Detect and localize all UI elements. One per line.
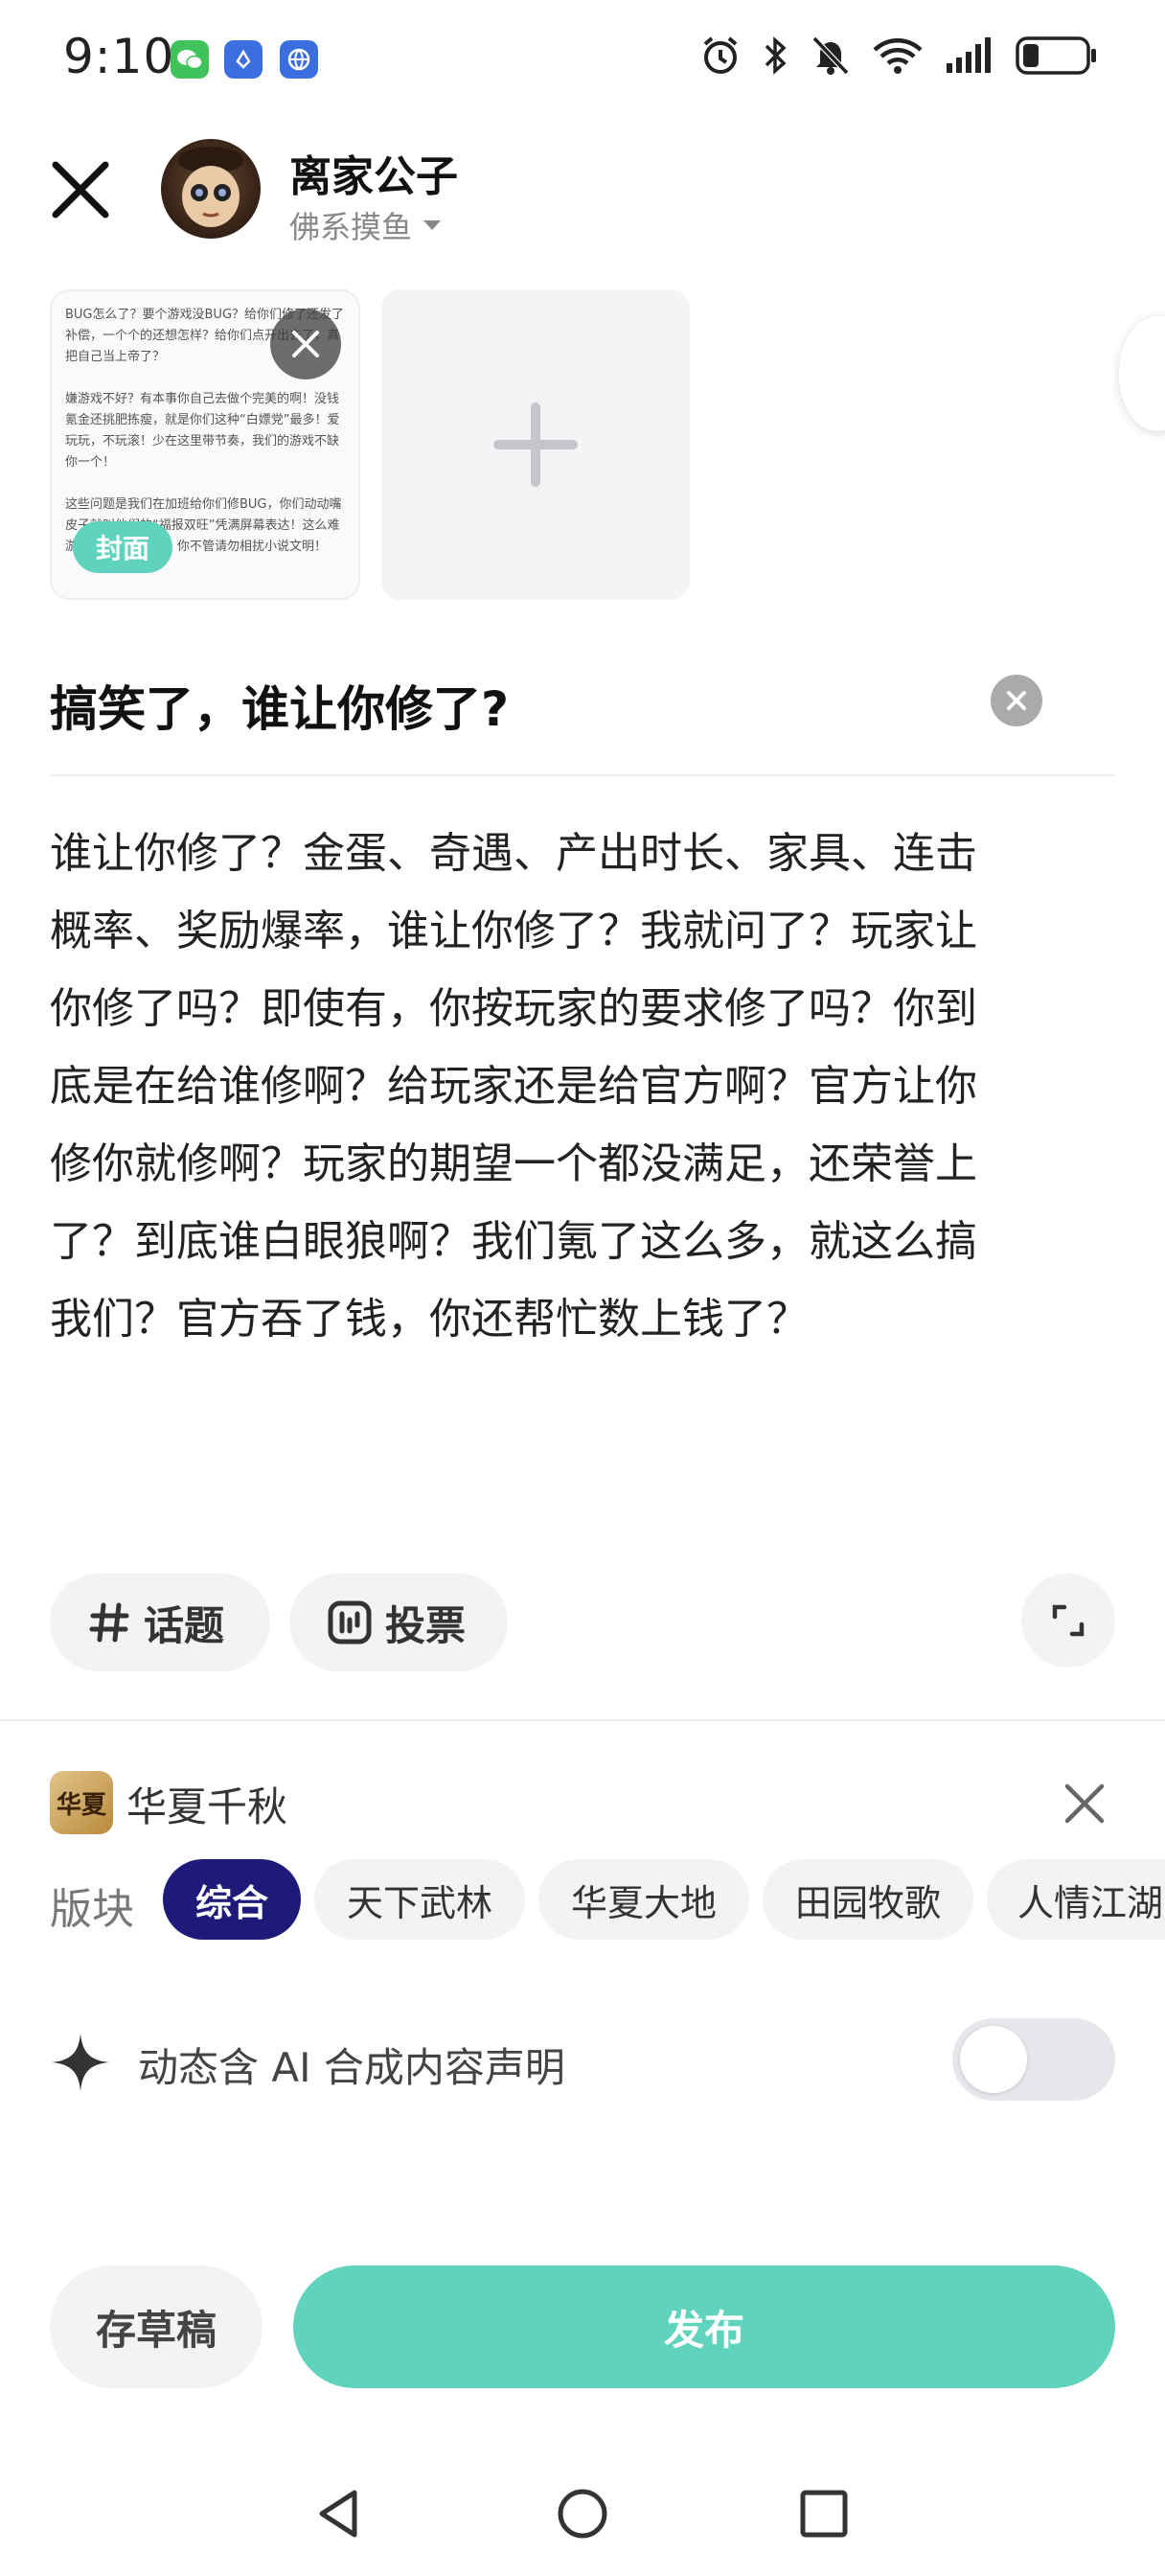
hashtag-icon [89, 1602, 129, 1643]
divider [50, 774, 1115, 776]
section-chip-tianyuanmuge[interactable]: 田园牧歌 [763, 1859, 973, 1940]
post-title[interactable]: 搞笑了，谁让你修了? [50, 671, 509, 740]
section-label: 版块 [50, 1885, 134, 1934]
cover-badge: 封面 [73, 521, 172, 573]
vote-label: 投票 [385, 1601, 467, 1649]
close-icon [292, 331, 319, 357]
nav-back-icon[interactable] [301, 2480, 377, 2547]
post-body[interactable]: 谁让你修了？金蛋、奇遇、产出时长、家具、连击 概率、奖励爆率，谁让你修了？我就问… [50, 815, 1123, 1358]
remove-game-button[interactable] [1058, 1777, 1111, 1830]
game-name[interactable]: 华夏千秋 [126, 1775, 287, 1833]
floating-widget[interactable] [1119, 316, 1165, 431]
topic-button[interactable]: 话题 [50, 1574, 270, 1671]
close-icon [1007, 691, 1026, 710]
game-icon-text: 华夏 [56, 1790, 106, 1820]
expand-editor-button[interactable] [1021, 1574, 1115, 1668]
ai-declaration-label: 动态含 AI 合成内容声明 [138, 2044, 565, 2091]
account-selector[interactable]: 佛系摸鱼 [289, 203, 443, 247]
expand-icon [1052, 1604, 1085, 1637]
nav-home-icon[interactable] [544, 2480, 621, 2547]
status-icons [699, 34, 1098, 77]
signal-icon [947, 37, 991, 73]
plus-icon [493, 402, 578, 487]
avatar[interactable] [161, 139, 261, 239]
sparkle-icon [50, 2032, 111, 2093]
subtitle-label: 佛系摸鱼 [289, 209, 413, 245]
section-chip-tianxiawulin[interactable]: 天下武林 [314, 1859, 525, 1940]
remove-image-button[interactable] [270, 309, 341, 380]
wifi-icon [873, 38, 923, 74]
caret-down-icon [423, 220, 442, 230]
poll-icon [328, 1600, 372, 1644]
ai-declaration-toggle[interactable] [952, 2018, 1115, 2101]
clear-title-button[interactable] [991, 675, 1042, 726]
close-icon[interactable] [44, 153, 117, 226]
app-blue-icon [224, 40, 263, 79]
save-draft-button[interactable]: 存草稿 [50, 2266, 263, 2388]
bluetooth-icon [765, 36, 787, 75]
section-chip-renqingjianghu[interactable]: 人情江湖 [987, 1859, 1165, 1940]
section-chip-zonghe[interactable]: 综合 [163, 1859, 301, 1940]
vote-button[interactable]: 投票 [289, 1574, 508, 1671]
publish-button[interactable]: 发布 [293, 2266, 1115, 2388]
toggle-knob [960, 2026, 1027, 2093]
divider [0, 1719, 1165, 1721]
close-icon [1064, 1783, 1105, 1824]
section-chip-huaxiadadi[interactable]: 华夏大地 [538, 1859, 749, 1940]
alarm-icon [703, 36, 738, 74]
username: 离家公子 [289, 152, 458, 201]
status-time: 9:10 [63, 29, 175, 84]
wechat-icon [171, 40, 209, 79]
battery-icon [1016, 36, 1096, 75]
browser-icon [280, 40, 318, 79]
nav-recents-icon[interactable] [786, 2480, 862, 2547]
add-image-button[interactable] [381, 289, 690, 600]
mute-icon [811, 35, 850, 76]
game-icon: 华夏 [50, 1771, 113, 1834]
topic-label: 话题 [144, 1601, 225, 1649]
